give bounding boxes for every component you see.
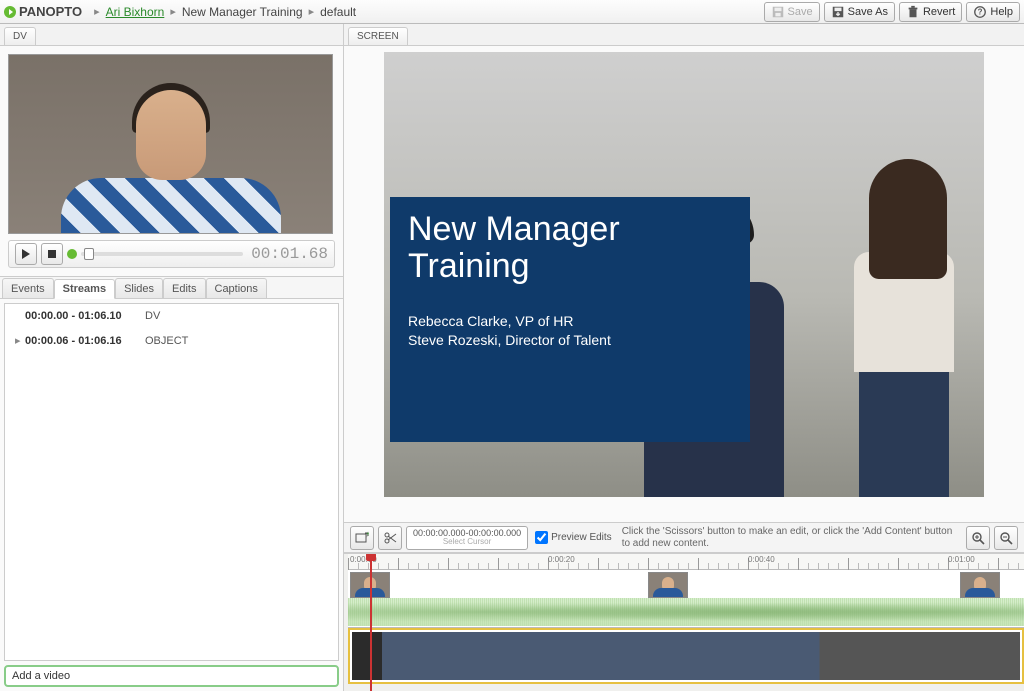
save-button[interactable]: Save — [764, 2, 820, 22]
zoom-in-button[interactable] — [966, 526, 990, 550]
slide-title-box: New Manager Training Rebecca Clarke, VP … — [390, 197, 750, 442]
svg-text:?: ? — [978, 7, 983, 16]
scissors-icon — [383, 531, 397, 545]
ruler-label: 0:00:40 — [748, 555, 775, 564]
left-panel: DV 00:01.68 Events Streams Slides Edits … — [0, 24, 344, 691]
clip-thumb[interactable] — [960, 572, 1000, 598]
stream-range: 00:00.06 - 01:06.16 — [25, 335, 145, 347]
zoom-out-icon — [999, 531, 1013, 545]
editor-toolbar: + 00:00:00.000-00:00:00.000 Select Curso… — [344, 523, 1024, 553]
left-tabstrip: DV — [0, 24, 343, 46]
stream-row[interactable]: 00:00.00 - 01:06.10 DV — [5, 304, 338, 328]
logo-play-icon — [4, 6, 16, 18]
help-button[interactable]: ? Help — [966, 2, 1020, 22]
chevron-right-icon: ▸ — [309, 5, 315, 18]
slide-title: New Manager Training — [408, 211, 732, 286]
breadcrumb-title: New Manager Training — [182, 5, 303, 19]
right-panel: SCREEN New Manager Training Rebecca Clar… — [344, 24, 1024, 691]
stream-label: DV — [145, 310, 160, 322]
zoom-out-button[interactable] — [994, 526, 1018, 550]
breadcrumb-part: default — [320, 5, 356, 19]
right-tabstrip: SCREEN — [344, 24, 1024, 46]
floppy-icon — [771, 5, 785, 19]
timecode: 00:01.68 — [251, 245, 328, 263]
stop-button[interactable] — [41, 243, 63, 265]
screen-tab[interactable]: SCREEN — [348, 27, 408, 45]
top-toolbar: PANOPTO ▸ Ari Bixhorn ▸ New Manager Trai… — [0, 0, 1024, 24]
ruler-label: 0:00:20 — [548, 555, 575, 564]
tab-captions[interactable]: Captions — [206, 278, 267, 298]
screen-preview-area: New Manager Training Rebecca Clarke, VP … — [344, 46, 1024, 523]
subtab-bar: Events Streams Slides Edits Captions — [0, 277, 343, 299]
chevron-right-icon: ▸ — [170, 5, 176, 18]
chevron-right-icon: ▸ — [94, 5, 100, 18]
transport-bar: 00:01.68 — [8, 240, 335, 268]
add-content-icon: + — [355, 531, 369, 545]
add-content-button[interactable]: + — [350, 526, 374, 550]
stream-label: OBJECT — [145, 335, 188, 347]
floppy-arrow-icon — [831, 5, 845, 19]
tab-slides[interactable]: Slides — [115, 278, 163, 298]
slide-preview[interactable]: New Manager Training Rebecca Clarke, VP … — [384, 52, 984, 497]
stream-range: 00:00.00 - 01:06.10 — [25, 310, 145, 322]
play-icon — [22, 249, 30, 259]
add-video-button[interactable]: Add a video — [4, 665, 339, 687]
editor-hint: Click the 'Scissors' button to make an e… — [622, 526, 962, 550]
clip-thumb[interactable] — [648, 572, 688, 598]
breadcrumb-user[interactable]: Ari Bixhorn — [106, 5, 165, 19]
range-display[interactable]: 00:00:00.000-00:00:00.000 Select Cursor — [406, 526, 528, 550]
dv-tab[interactable]: DV — [4, 27, 36, 45]
slide-subtitle: Rebecca Clarke, VP of HR Steve Rozeski, … — [408, 312, 732, 351]
stop-icon — [48, 250, 56, 258]
progress-slider[interactable] — [81, 252, 243, 256]
trash-icon — [906, 5, 920, 19]
dv-preview-area: 00:01.68 — [0, 46, 343, 277]
app-logo: PANOPTO — [4, 4, 82, 19]
svg-text:+: + — [366, 531, 369, 538]
tab-edits[interactable]: Edits — [163, 278, 205, 298]
stream-row[interactable]: ▸ 00:00.06 - 01:06.16 OBJECT — [5, 328, 338, 353]
zoom-in-icon — [971, 531, 985, 545]
save-as-button[interactable]: Save As — [824, 2, 895, 22]
playhead[interactable] — [370, 554, 372, 691]
brand-text: PANOPTO — [19, 4, 82, 19]
tab-events[interactable]: Events — [2, 278, 54, 298]
timeline-ruler[interactable]: 0:00:00 0:00:20 0:00:40 0:01:00 — [348, 554, 1024, 570]
timeline-track-object[interactable] — [348, 628, 1024, 684]
expand-icon[interactable]: ▸ — [15, 334, 25, 347]
ruler-label: 0:01:00 — [948, 555, 975, 564]
timeline[interactable]: 0:00:00 0:00:20 0:00:40 0:01:00 — [344, 553, 1024, 691]
preview-edits-checkbox[interactable]: Preview Edits — [535, 531, 612, 544]
revert-button[interactable]: Revert — [899, 2, 962, 22]
streams-list: 00:00.00 - 01:06.10 DV ▸ 00:00.06 - 01:0… — [4, 303, 339, 661]
help-icon: ? — [973, 5, 987, 19]
timeline-track-video[interactable] — [348, 570, 1024, 628]
tab-streams[interactable]: Streams — [54, 279, 115, 299]
dv-video[interactable] — [8, 54, 333, 234]
progress-indicator-icon — [67, 249, 77, 259]
play-button[interactable] — [15, 243, 37, 265]
scissors-button[interactable] — [378, 526, 402, 550]
